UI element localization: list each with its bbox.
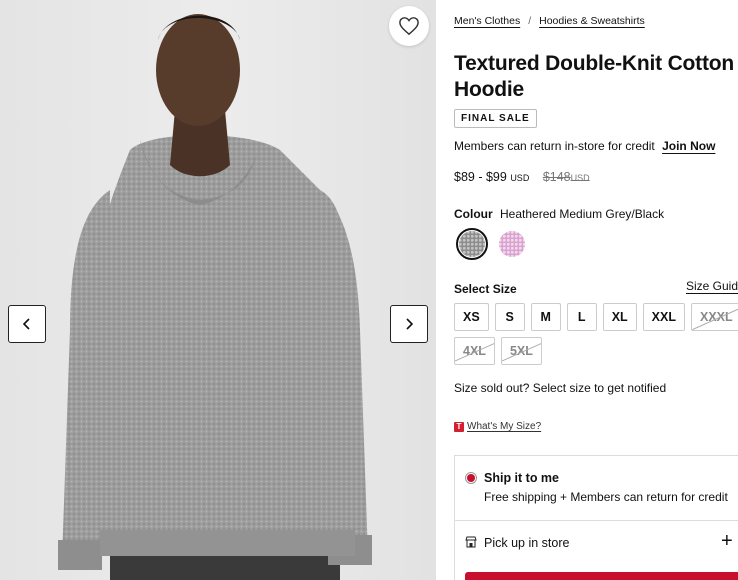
size-header: Select Size Size Guid <box>454 279 738 296</box>
join-now-link[interactable]: Join Now <box>662 139 715 153</box>
selected-colour-name: Heathered Medium Grey/Black <box>500 207 665 221</box>
member-text: Members can return in-store for credit <box>454 139 655 153</box>
colour-label-row: Colour Heathered Medium Grey/Black <box>454 207 664 221</box>
breadcrumb: Men's Clothes / Hoodies & Sweatshirts <box>454 15 645 27</box>
colour-label: Colour <box>454 207 493 221</box>
chevron-right-icon <box>406 318 414 330</box>
size-option-s[interactable]: S <box>494 303 525 331</box>
product-title: Textured Double-Knit Cotton Hoodie <box>454 52 735 101</box>
size-option-xl[interactable]: XL <box>602 303 637 331</box>
sold-out-note: Size sold out? Select size to get notifi… <box>454 381 667 395</box>
old-price-currency: USD <box>570 173 590 183</box>
colour-swatches <box>456 228 528 260</box>
previous-image-button[interactable] <box>8 305 46 343</box>
product-details: Men's Clothes / Hoodies & Sweatshirts Te… <box>454 0 738 580</box>
heart-icon <box>399 17 419 36</box>
whats-my-size: T What's My Size? <box>454 421 541 432</box>
size-guide-link[interactable]: Size Guid <box>686 279 738 293</box>
member-return-note: Members can return in-store for credit J… <box>454 139 715 153</box>
true-fit-logo-icon: T <box>454 421 464 432</box>
ship-to-me-option[interactable]: Ship it to me Free shipping + Members ca… <box>455 456 738 520</box>
expand-plus-icon[interactable]: + <box>721 531 733 551</box>
whats-my-size-link[interactable]: What's My Size? <box>467 421 541 432</box>
size-option-5xl[interactable]: 5XL <box>500 337 542 365</box>
pick-up-in-store-option[interactable]: Pick up in store + <box>455 521 738 567</box>
store-icon <box>465 536 477 548</box>
price-currency: USD <box>510 173 530 183</box>
original-price: $148USD <box>543 170 590 184</box>
size-options: XS S M L XL XXL XXXL 4XL 5XL <box>454 303 738 365</box>
select-size-label: Select Size <box>454 282 517 296</box>
final-sale-badge: FINAL SALE <box>454 109 537 128</box>
chevron-left-icon <box>22 318 30 330</box>
price-range: $89 - $99 <box>454 170 507 184</box>
size-option-xxl[interactable]: XXL <box>642 303 685 331</box>
swatch-pink-heather-fill <box>499 231 525 257</box>
product-photo <box>0 0 436 580</box>
product-image-gallery <box>0 0 436 580</box>
ship-subtitle: Free shipping + Members can return for c… <box>484 490 728 504</box>
swatch-heathered-grey-fill <box>459 231 485 257</box>
breadcrumb-mens-clothes[interactable]: Men's Clothes <box>454 15 520 27</box>
swatch-heathered-grey[interactable] <box>456 228 488 260</box>
next-image-button[interactable] <box>390 305 428 343</box>
pickup-title: Pick up in store <box>484 536 570 550</box>
old-price-value: $148 <box>542 170 571 184</box>
price: $89 - $99 USD $148USD <box>454 170 590 184</box>
size-option-m[interactable]: M <box>530 303 561 331</box>
ship-title: Ship it to me <box>484 471 559 485</box>
breadcrumb-separator: / <box>528 15 532 27</box>
size-option-4xl[interactable]: 4XL <box>454 337 495 365</box>
swatch-pink-heather[interactable] <box>496 228 528 260</box>
size-option-xs[interactable]: XS <box>454 303 489 331</box>
add-to-bag-button[interactable] <box>465 572 738 580</box>
size-option-xxxl[interactable]: XXXL <box>690 303 738 331</box>
size-option-l[interactable]: L <box>566 303 597 331</box>
fulfillment-options: Ship it to me Free shipping + Members ca… <box>454 455 738 580</box>
breadcrumb-hoodies[interactable]: Hoodies & Sweatshirts <box>539 15 645 27</box>
ship-radio-selected[interactable] <box>465 472 477 484</box>
favorite-button[interactable] <box>389 6 429 46</box>
